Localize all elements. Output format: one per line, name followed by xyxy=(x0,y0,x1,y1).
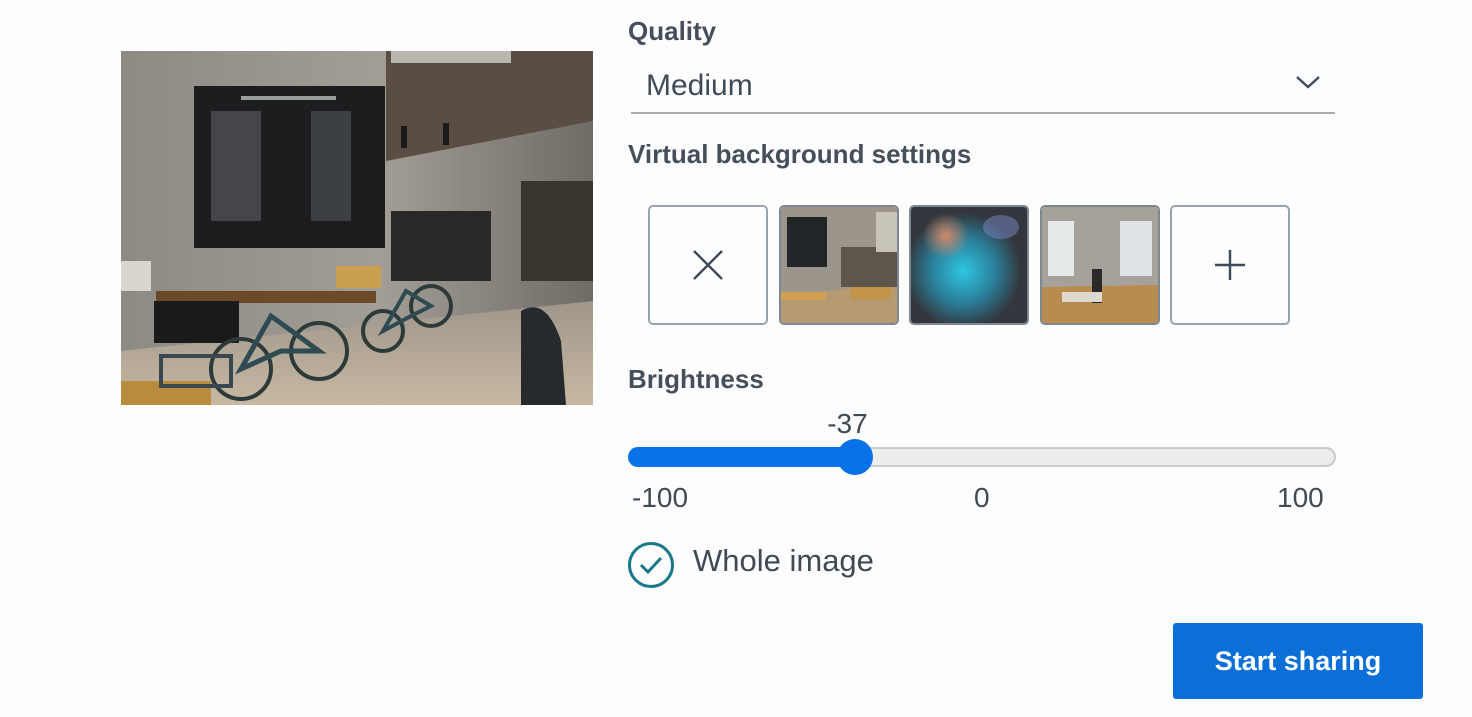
background-none-tile[interactable] xyxy=(648,205,768,325)
slider-thumb[interactable] xyxy=(837,439,874,475)
quality-label: Quality xyxy=(628,16,717,46)
slider-mid-label: 0 xyxy=(974,482,990,513)
brightness-slider[interactable] xyxy=(628,439,1336,475)
background-blur-tile[interactable] xyxy=(909,205,1029,325)
brightness-value: -37 xyxy=(827,408,868,439)
virtual-background-label: Virtual background settings xyxy=(628,139,972,169)
preview-image xyxy=(121,51,593,405)
whole-image-label: Whole image xyxy=(693,543,874,578)
camera-preview xyxy=(121,51,593,405)
brightness-label: Brightness xyxy=(628,364,764,394)
close-icon xyxy=(693,250,723,280)
quality-selected-value: Medium xyxy=(646,69,753,102)
slider-min-label: -100 xyxy=(632,482,689,513)
chevron-down-icon xyxy=(1296,76,1320,89)
office-thumbnail xyxy=(1042,207,1158,323)
whole-image-checkbox[interactable] xyxy=(628,542,674,588)
blur-thumbnail xyxy=(911,207,1027,323)
add-background-tile[interactable] xyxy=(1170,205,1290,325)
cafe-thumbnail xyxy=(781,207,897,323)
slider-max-label: 100 xyxy=(1277,482,1324,513)
check-icon xyxy=(639,556,663,575)
plus-icon xyxy=(1215,250,1245,280)
quality-dropdown[interactable]: Medium xyxy=(631,62,1335,114)
background-office-tile[interactable] xyxy=(1040,205,1160,325)
slider-fill xyxy=(628,447,856,467)
start-sharing-button[interactable]: Start sharing xyxy=(1173,623,1423,699)
background-cafe-tile[interactable] xyxy=(779,205,899,325)
